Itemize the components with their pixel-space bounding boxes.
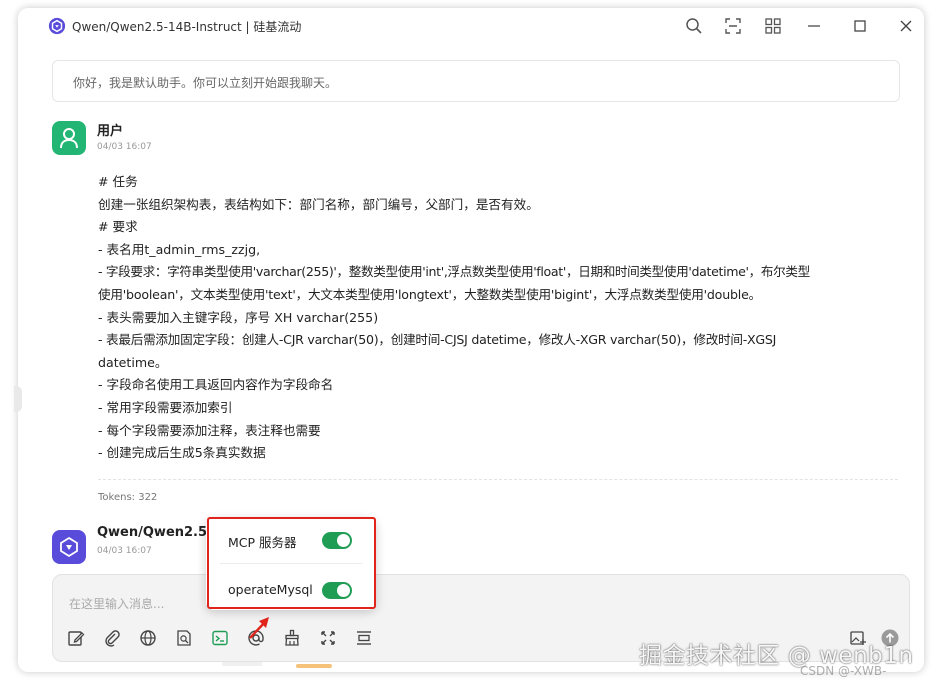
mcp-server-label: MCP 服务器 [228, 535, 297, 550]
operate-mysql-label: operateMysql [228, 582, 313, 597]
list-icon[interactable] [355, 629, 375, 649]
user-message-body: # 任务 创建一张组织架构表，表结构如下：部门名称，部门编号，父部门，是否有效。… [98, 171, 903, 465]
minimize-icon[interactable] [804, 16, 824, 36]
message-line: - 每个字段需要添加注释，表注释也需要 [98, 422, 321, 438]
mcp-popup: MCP 服务器 operateMysql [206, 518, 376, 610]
assistant-message-time: 04/03 16:07 [97, 546, 152, 556]
side-collapse-handle[interactable] [14, 386, 22, 412]
app-window: Qwen/Qwen2.5-14B-Instruct | 硅基流动 你好，我是默认… [18, 8, 924, 672]
fullscreen-icon[interactable] [319, 629, 339, 649]
popup-divider [220, 563, 362, 564]
globe-icon[interactable] [139, 629, 159, 649]
user-avatar [52, 121, 86, 155]
message-divider [98, 479, 898, 480]
message-line: - 字段命名使用工具返回内容作为字段命名 [98, 377, 334, 393]
message-line: - 常用字段需要添加索引 [98, 399, 233, 415]
title-bar: Qwen/Qwen2.5-14B-Instruct | 硅基流动 [18, 8, 924, 44]
operate-mysql-toggle[interactable] [322, 582, 352, 599]
close-icon[interactable] [896, 16, 916, 36]
watermark-sub: CSDN @-XWB- [800, 664, 887, 678]
bottom-accent-strip [296, 664, 332, 668]
token-count: Tokens: 322 [98, 492, 158, 503]
message-line: - 表最后需添加固定字段：创建人-CJR varchar(50)，创建时间-CJ… [98, 332, 777, 348]
terminal-icon[interactable] [211, 629, 231, 649]
message-line: # 要求 [98, 219, 138, 235]
screen: Qwen/Qwen2.5-14B-Instruct | 硅基流动 你好，我是默认… [0, 0, 942, 687]
assistant-sender-name: Qwen/Qwen2.5-1 [97, 525, 222, 540]
doc-search-icon[interactable] [175, 629, 195, 649]
assistant-avatar [52, 530, 86, 564]
qwen-logo-icon [60, 536, 78, 558]
message-line: - 字段要求：字符串类型使用'varchar(255)'，整数类型使用'int'… [98, 264, 810, 280]
attach-icon[interactable] [103, 629, 123, 649]
window-title: Qwen/Qwen2.5-14B-Instruct | 硅基流动 [72, 20, 302, 34]
message-line: - 表名用t_admin_rms_zzjg, [98, 241, 261, 257]
annotation-arrow-icon [249, 617, 269, 639]
broom-icon[interactable] [283, 629, 303, 649]
message-line: 创建一张组织架构表，表结构如下：部门名称，部门编号，父部门，是否有效。 [98, 196, 539, 212]
expand-icon[interactable] [723, 16, 743, 36]
user-message-time: 04/03 16:07 [97, 142, 152, 152]
mcp-server-row[interactable]: MCP 服务器 [206, 520, 376, 560]
app-logo-icon [48, 17, 66, 35]
user-icon [60, 128, 78, 149]
message-line: # 任务 [98, 174, 138, 189]
grid-icon[interactable] [763, 16, 783, 36]
system-greeting-text: 你好，我是默认助手。你可以立刻开始跟我聊天。 [73, 76, 338, 90]
message-input-placeholder[interactable]: 在这里输入消息... [69, 595, 164, 612]
search-icon[interactable] [684, 16, 704, 36]
message-line: - 创建完成后生成5条真实数据 [98, 445, 266, 461]
system-greeting: 你好，我是默认助手。你可以立刻开始跟我聊天。 [52, 60, 900, 102]
bottom-strip [222, 662, 262, 666]
mcp-server-toggle[interactable] [322, 532, 352, 549]
message-line: 使用'boolean'，文本类型使用'text'，大文本类型使用'longtex… [98, 286, 762, 302]
message-line: - 表头需要加入主键字段，序号 XH varchar(255) [98, 309, 379, 325]
maximize-icon[interactable] [850, 16, 870, 36]
user-sender-name: 用户 [97, 124, 124, 139]
edit-icon[interactable] [67, 629, 87, 649]
message-line: datetime。 [98, 354, 168, 370]
operate-mysql-row[interactable]: operateMysql [206, 570, 376, 610]
